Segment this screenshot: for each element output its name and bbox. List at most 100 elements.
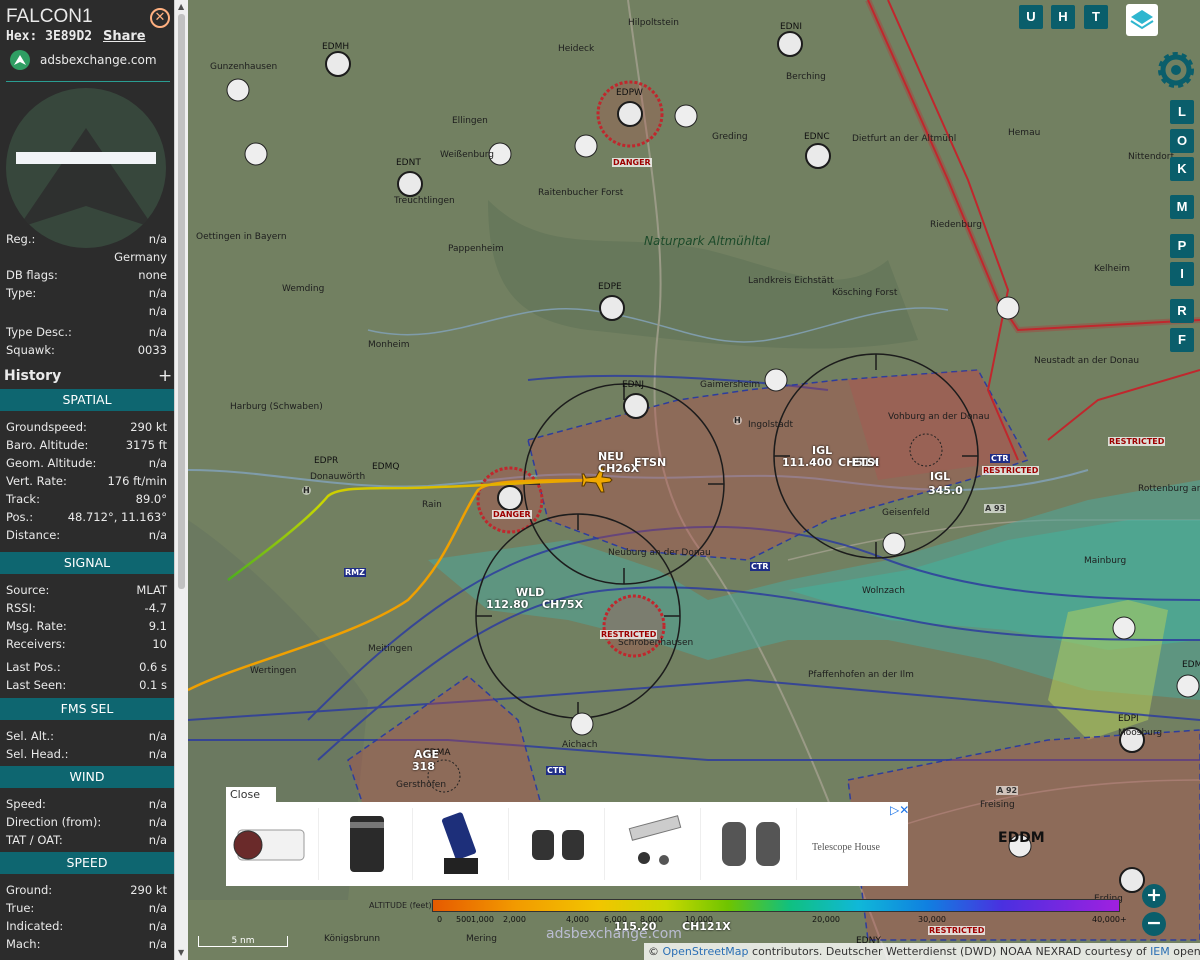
town-label: Nittendorf [1128, 152, 1174, 162]
town-label: Ellingen [452, 116, 488, 126]
layers-icon [1130, 10, 1154, 30]
ad-choices-icon[interactable]: ▷✕ [890, 803, 909, 817]
speed-row: Ground: 290 kt [6, 883, 167, 900]
altitude-legend [432, 899, 1120, 912]
signal-row: Last Seen: 0.1 s [6, 678, 167, 695]
side-button-m[interactable]: M [1170, 195, 1194, 219]
row-value: n/a [148, 901, 167, 915]
row-value: -4.7 [144, 601, 167, 615]
ad-product-binoculars-large[interactable] [706, 808, 797, 880]
info-row: Reg.: n/a [6, 232, 167, 249]
ad-product-dobsonian[interactable] [418, 808, 509, 880]
town-label: Schrobenhausen [618, 638, 694, 648]
hex-label: Hex: [6, 29, 38, 44]
airspace-tag: A 93 [984, 504, 1007, 513]
iem-link[interactable]: IEM [1150, 945, 1170, 958]
side-button-k[interactable]: K [1170, 157, 1194, 181]
zoom-in-button[interactable]: + [1142, 884, 1166, 908]
altitude-label: 2,000 [503, 915, 526, 924]
zoom-out-button[interactable]: − [1142, 912, 1166, 936]
town-label: Gaimersheim [700, 380, 761, 390]
add-history-icon[interactable]: + [158, 366, 172, 386]
info-key: Type Desc.: [6, 325, 72, 339]
airspace-tag: CTR [750, 562, 770, 571]
section-header-spatial[interactable]: SPATIAL [0, 389, 174, 411]
section-header-signal[interactable]: SIGNAL [0, 552, 174, 574]
airspace-tag: H [302, 486, 311, 495]
ad-product-eyepiece[interactable] [322, 808, 413, 880]
spatial-row: Distance: n/a [6, 528, 167, 545]
airport-label: EDNT [396, 158, 421, 168]
section-header-fms[interactable]: FMS SEL [0, 698, 174, 720]
settings-gear-icon[interactable] [1154, 48, 1198, 92]
row-key: Sel. Alt.: [6, 729, 54, 743]
info-value: n/a [148, 232, 167, 246]
airport-label: EDNI [780, 22, 803, 32]
spatial-row: Baro. Altitude: 3175 ft [6, 438, 167, 455]
toolbar-button-t[interactable]: T [1084, 5, 1108, 29]
scroll-down-icon[interactable]: ▼ [178, 948, 184, 957]
side-button-o[interactable]: O [1170, 129, 1194, 153]
info-value: n/a [148, 304, 167, 318]
ad-product-binoculars-small[interactable] [514, 808, 605, 880]
info-row: DB flags: none [6, 268, 167, 285]
row-key: Direction (from): [6, 815, 102, 829]
town-label: Berching [786, 72, 826, 82]
town-label: Wolnzach [862, 586, 905, 596]
toolbar-button-h[interactable]: H [1051, 5, 1075, 29]
spatial-row: Vert. Rate: 176 ft/min [6, 474, 167, 491]
town-label: Mainburg [1084, 556, 1127, 566]
scroll-up-icon[interactable]: ▲ [178, 2, 184, 11]
info-value: 0033 [137, 343, 167, 357]
history-header[interactable]: History [4, 368, 61, 384]
navaid-label: 345.0 [928, 484, 963, 497]
scrollbar-thumb[interactable] [178, 14, 185, 589]
town-label: Monheim [368, 340, 410, 350]
section-header-speed[interactable]: SPEED [0, 852, 174, 874]
row-value: n/a [148, 528, 167, 542]
side-button-l[interactable]: L [1170, 100, 1194, 124]
ad-brand-logo[interactable]: Telescope House [802, 808, 892, 880]
ad-brand-text: Telescope House [812, 842, 880, 853]
signal-row: RSSI: -4.7 [6, 601, 167, 618]
town-label: Ingolstadt [748, 420, 794, 430]
town-label: Treuchtlingen [394, 196, 455, 206]
section-header-wind[interactable]: WIND [0, 766, 174, 788]
row-key: Groundspeed: [6, 420, 87, 434]
side-button-p[interactable]: P [1170, 234, 1194, 258]
aircraft-silhouette-icon [18, 128, 154, 228]
row-key: Sel. Head.: [6, 747, 69, 761]
ad-product-telescope-tube[interactable] [228, 808, 319, 880]
row-key: RSSI: [6, 601, 36, 615]
fms-row: Sel. Alt.: n/a [6, 729, 167, 746]
side-button-i[interactable]: I [1170, 262, 1194, 286]
town-label: Hemau [1008, 128, 1041, 138]
town-label: Hilpoltstein [628, 18, 679, 28]
navaid-label: 112.80 [486, 598, 529, 611]
town-label: Rain [422, 500, 442, 510]
openstreetmap-link[interactable]: OpenStreetMap [663, 945, 749, 958]
map-attribution: © OpenStreetMap contributors. Deutscher … [644, 943, 1200, 960]
callsign-title: FALCON1 [6, 6, 93, 27]
side-button-r[interactable]: R [1170, 299, 1194, 323]
advertisement-banner[interactable]: Telescope House [226, 802, 908, 886]
share-link[interactable]: Share [103, 29, 146, 44]
layers-button[interactable] [1126, 4, 1158, 36]
town-label: Kösching Forst [832, 288, 898, 298]
airport-label: EDPW [616, 88, 643, 98]
town-label: Weißenburg [440, 150, 494, 160]
row-key: Pos.: [6, 510, 34, 524]
sidebar-scrollbar[interactable]: ▲ ▼ [174, 0, 189, 960]
ad-product-mount-accessory[interactable] [610, 808, 701, 880]
altitude-label: 40,000+ [1092, 915, 1127, 924]
close-icon[interactable]: ✕ [150, 8, 170, 28]
altitude-legend-title: ALTITUDE (feet) [369, 901, 432, 910]
row-value: MLAT [136, 583, 167, 597]
side-button-f[interactable]: F [1170, 328, 1194, 352]
source-site-link[interactable]: adsbexchange.com [40, 53, 157, 67]
ad-close-button[interactable]: Close [226, 787, 276, 803]
info-row: Type Desc.: n/a [6, 325, 167, 342]
row-key: Speed: [6, 797, 46, 811]
toolbar-button-u[interactable]: U [1019, 5, 1043, 29]
altitude-label: 10,000 [685, 915, 713, 924]
